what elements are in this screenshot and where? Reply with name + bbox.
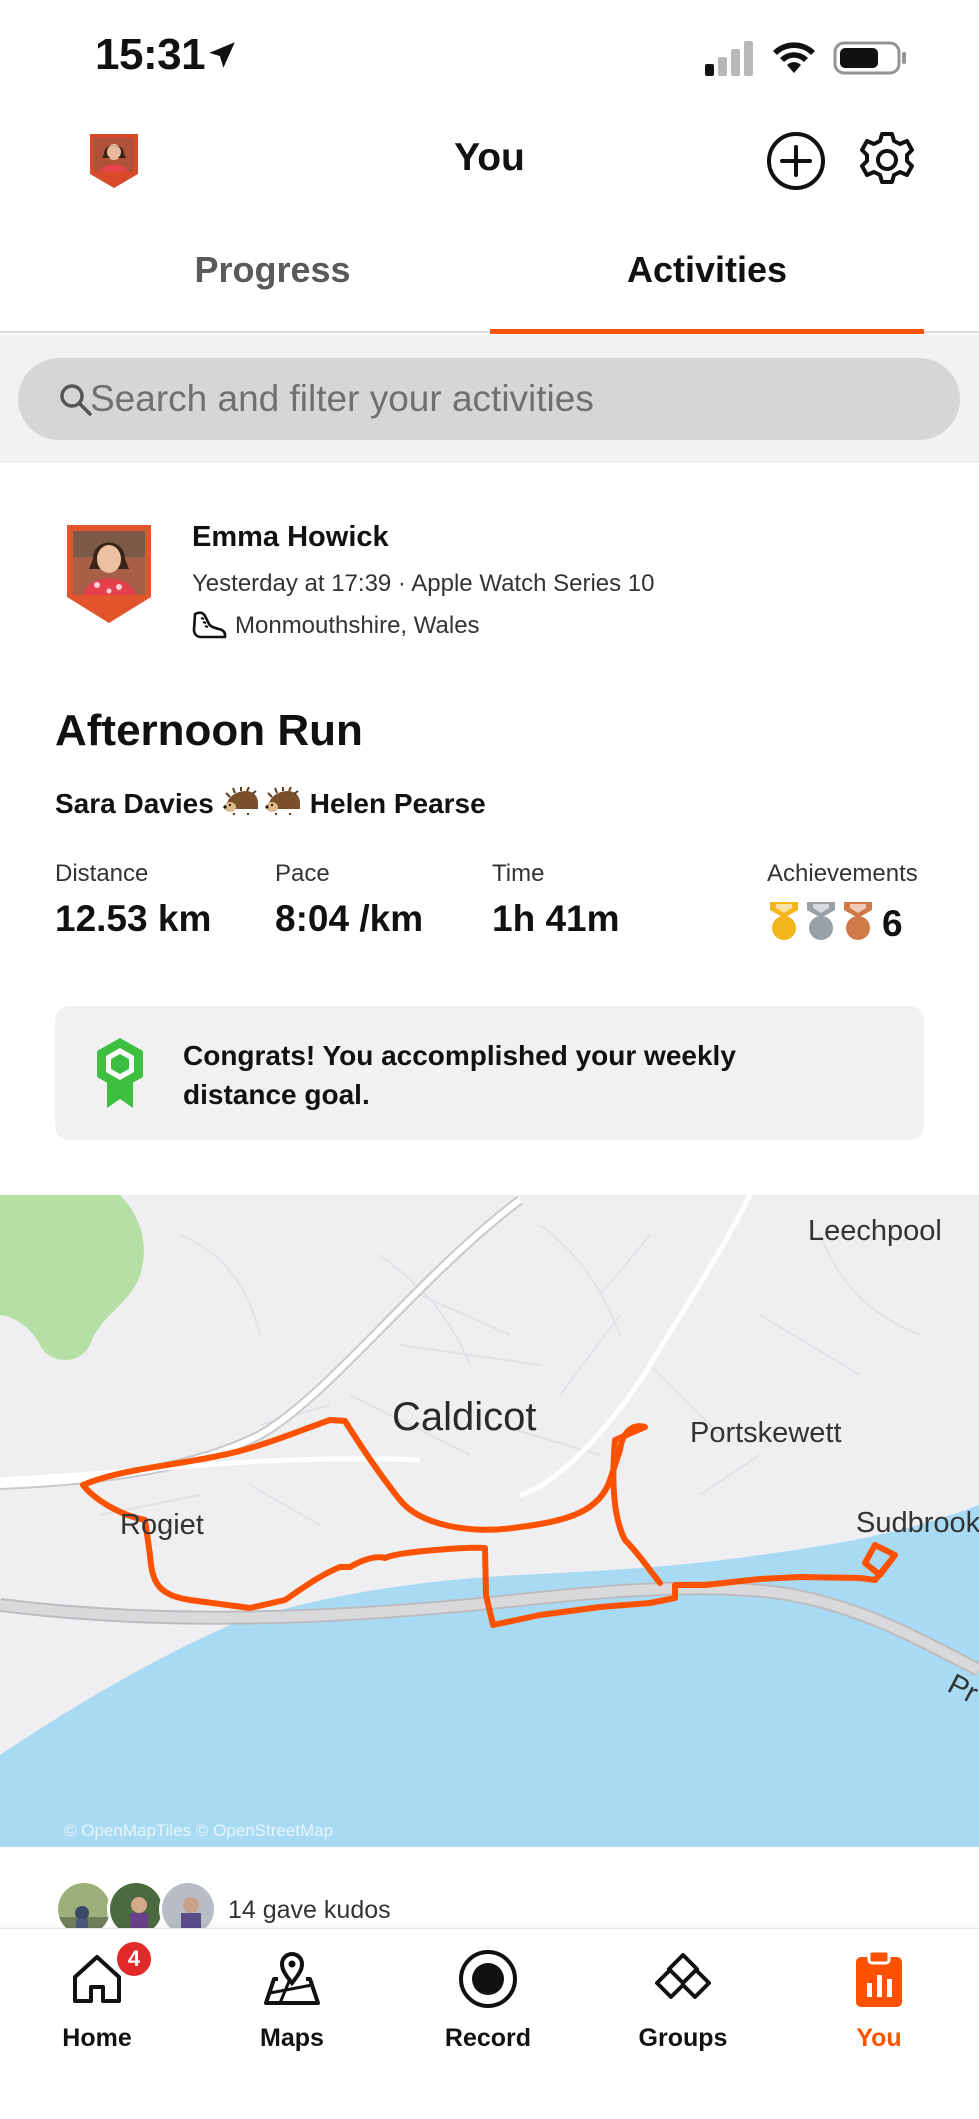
map-attribution[interactable]: © OpenMapTiles © OpenStreetMap — [64, 1821, 333, 1841]
add-button[interactable] — [765, 130, 827, 192]
goal-badge-icon — [93, 1036, 147, 1115]
bronze-medal-icon — [841, 900, 878, 947]
activity-location: Monmouthshire, Wales — [235, 612, 480, 639]
notification-badge: 4 — [114, 1939, 154, 1979]
kudos-text: 14 gave kudos — [228, 1896, 391, 1924]
athlete-avatar[interactable] — [63, 521, 155, 625]
nav-label: Home — [62, 2024, 132, 2052]
nav-label: Groups — [638, 2024, 728, 2052]
groups-icon — [608, 1945, 758, 2013]
goal-message: Congrats! You accomplished your weekly d… — [183, 1040, 736, 1110]
clipboard-chart-icon — [804, 1945, 954, 2013]
add-icon — [765, 132, 827, 196]
bottom-nav: 4 Home Maps Record Groups You — [0, 1928, 979, 2119]
stat-label: Pace — [275, 860, 330, 887]
status-bar: 15:31 — [0, 0, 979, 110]
search-input[interactable] — [90, 358, 930, 440]
stat-label: Time — [492, 860, 545, 887]
route-map[interactable]: Leechpool Caldicot Portskewett Rogiet Su… — [0, 1195, 979, 1847]
stat-value: 12.53 km — [55, 898, 212, 939]
cellular-signal-icon — [703, 40, 757, 81]
gear-icon — [855, 132, 919, 196]
nav-you[interactable]: You — [804, 1929, 954, 2079]
activity-meta: Yesterday at 17:39 · Apple Watch Series … — [192, 570, 655, 597]
stat-time: Time 1h 41m — [492, 860, 620, 940]
map-label: Caldicot — [392, 1395, 537, 1439]
search-icon — [58, 382, 94, 423]
status-time: 15:31 — [95, 30, 206, 79]
nav-groups[interactable]: Groups — [608, 1929, 758, 2079]
stat-value: 1h 41m — [492, 898, 620, 939]
map-label: Leechpool — [808, 1215, 942, 1247]
achievements-count: 6 — [882, 902, 903, 944]
header: You — [0, 110, 979, 210]
stat-label: Achievements — [767, 860, 918, 887]
wifi-icon — [770, 38, 818, 79]
map-label: Sudbrook — [856, 1507, 979, 1539]
stat-achievements[interactable]: Achievements 6 — [767, 860, 918, 947]
nav-label: Record — [444, 2024, 532, 2052]
hedgehog-icon — [222, 786, 260, 822]
nav-home[interactable]: 4 Home — [22, 1929, 172, 2079]
nav-label: Maps — [260, 2024, 324, 2052]
nav-maps[interactable]: Maps — [217, 1929, 367, 2079]
tab-progress[interactable]: Progress — [80, 220, 465, 331]
map-label: Portskewett — [690, 1417, 842, 1449]
page-title: You — [454, 136, 525, 179]
shoe-icon — [191, 608, 227, 645]
location-arrow-icon — [205, 38, 239, 77]
activity-title[interactable]: Afternoon Run — [55, 706, 363, 756]
athlete-name[interactable]: Emma Howick — [192, 521, 389, 554]
stat-pace: Pace 8:04 /km — [275, 860, 423, 940]
silver-medal-icon — [804, 900, 841, 947]
search-section — [0, 335, 979, 463]
map-label: Rogiet — [120, 1509, 204, 1541]
settings-button[interactable] — [855, 128, 919, 192]
stat-distance: Distance 12.53 km — [55, 860, 211, 940]
stat-value: 8:04 /km — [275, 898, 424, 939]
record-icon — [413, 1945, 563, 2013]
gold-medal-icon — [767, 900, 804, 947]
companion-name[interactable]: Sara Davies — [55, 788, 214, 820]
tab-bar: Progress Activities — [0, 220, 979, 334]
search-bar[interactable] — [18, 358, 960, 440]
map-icon — [217, 1945, 367, 2013]
companions-row: Sara Davies Helen Pearse — [55, 784, 486, 824]
goal-card[interactable]: Congrats! You accomplished your weekly d… — [55, 1006, 924, 1140]
companion-name[interactable]: Helen Pearse — [310, 788, 486, 820]
tab-activities[interactable]: Activities — [490, 220, 924, 334]
hedgehog-icon — [264, 786, 302, 822]
nav-label: You — [856, 2024, 902, 2052]
medals-row: 6 — [767, 900, 918, 947]
stat-label: Distance — [55, 860, 149, 887]
nav-record[interactable]: Record — [413, 1929, 563, 2079]
battery-icon — [833, 40, 907, 81]
